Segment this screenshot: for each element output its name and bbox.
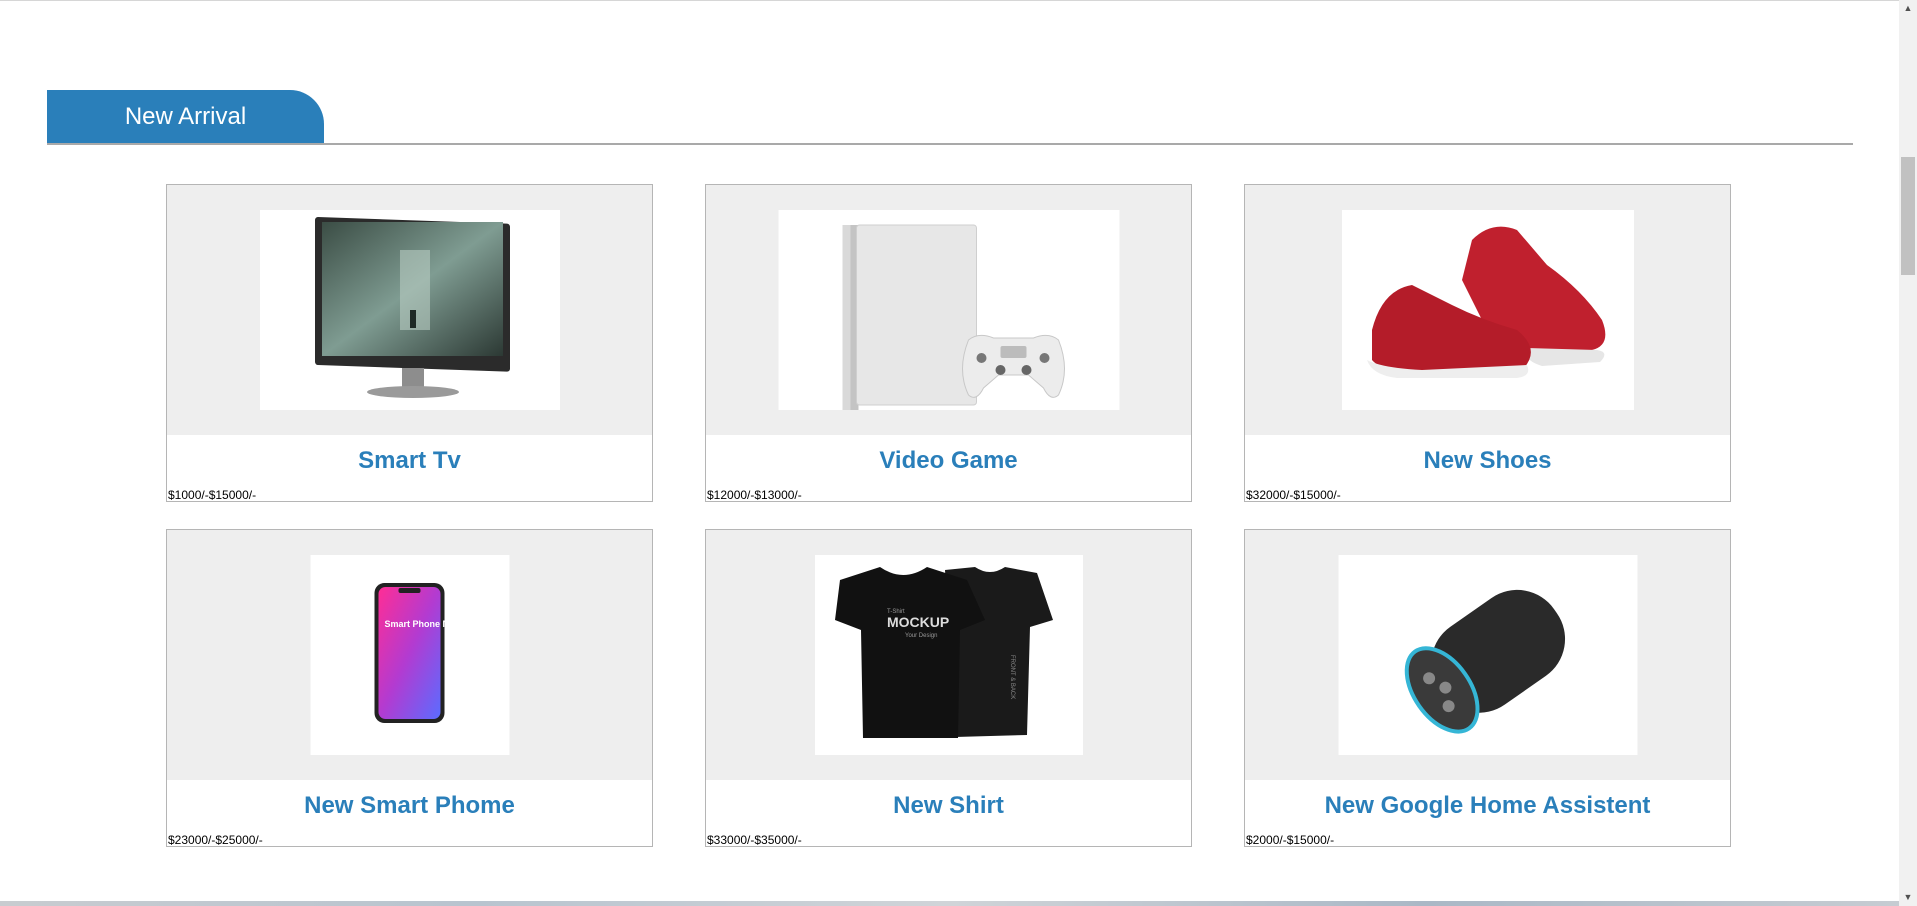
product-card[interactable]: New Google Home Assistent $2000/-$15000/… xyxy=(1244,529,1731,847)
page: New Arrival Smart Tv $1000/-$15000/- Vid… xyxy=(0,0,1899,906)
product-price: $33000/-$35000/- xyxy=(707,833,802,847)
monitor-image[interactable] xyxy=(259,210,560,410)
product-media xyxy=(706,185,1191,435)
product-card[interactable]: FRONT & BACK T-Shirt MOCKUP Your Design … xyxy=(705,529,1192,847)
phone-mockup-text: Smart Phone Mockup Psd xyxy=(384,619,495,629)
product-media: Smart Phone Mockup Psd xyxy=(167,530,652,780)
shirt-mockup-text: MOCKUP xyxy=(887,614,949,630)
top-divider xyxy=(0,0,1899,1)
product-card[interactable]: New Shoes $32000/-$15000/- xyxy=(1244,184,1731,502)
game-console-image[interactable] xyxy=(778,210,1119,410)
product-name[interactable]: New Shoes xyxy=(1245,447,1730,475)
section-divider xyxy=(47,143,1853,145)
smart-speaker-image[interactable] xyxy=(1338,555,1637,755)
section-title: New Arrival xyxy=(47,90,324,143)
product-price: $1000/-$15000/- xyxy=(168,488,257,502)
section-header: New Arrival xyxy=(47,90,1853,145)
product-name[interactable]: New Smart Phome xyxy=(167,792,652,820)
tshirt-image[interactable]: FRONT & BACK T-Shirt MOCKUP Your Design xyxy=(814,555,1083,755)
scroll-up-arrow-icon[interactable]: ▲ xyxy=(1899,0,1917,17)
product-name[interactable]: New Shirt xyxy=(706,792,1191,820)
product-price: $2000/-$15000/- xyxy=(1246,833,1335,847)
scroll-down-arrow-icon[interactable]: ▼ xyxy=(1899,889,1917,906)
product-name[interactable]: New Google Home Assistent xyxy=(1245,792,1730,820)
product-name[interactable]: Smart Tv xyxy=(167,447,652,475)
footer-edge xyxy=(0,901,1899,906)
smartphone-image[interactable]: Smart Phone Mockup Psd xyxy=(310,555,509,755)
product-price: $32000/-$15000/- xyxy=(1246,488,1341,502)
product-price: $23000/-$25000/- xyxy=(168,833,263,847)
product-card[interactable]: Smart Tv $1000/-$15000/- xyxy=(166,184,653,502)
product-card[interactable]: Video Game $12000/-$13000/- xyxy=(705,184,1192,502)
product-media xyxy=(167,185,652,435)
product-media xyxy=(1245,530,1730,780)
sneakers-image[interactable] xyxy=(1341,210,1634,410)
product-name[interactable]: Video Game xyxy=(706,447,1191,475)
shirt-back-text: FRONT & BACK xyxy=(1009,655,1015,699)
product-price: $12000/-$13000/- xyxy=(707,488,802,502)
product-media: FRONT & BACK T-Shirt MOCKUP Your Design xyxy=(706,530,1191,780)
scrollbar-thumb[interactable] xyxy=(1901,157,1915,275)
shirt-mockup-sub: Your Design xyxy=(905,633,937,639)
product-card[interactable]: Smart Phone Mockup Psd New Smart Phome $… xyxy=(166,529,653,847)
vertical-scrollbar[interactable]: ▲ ▼ xyxy=(1899,0,1917,906)
product-media xyxy=(1245,185,1730,435)
